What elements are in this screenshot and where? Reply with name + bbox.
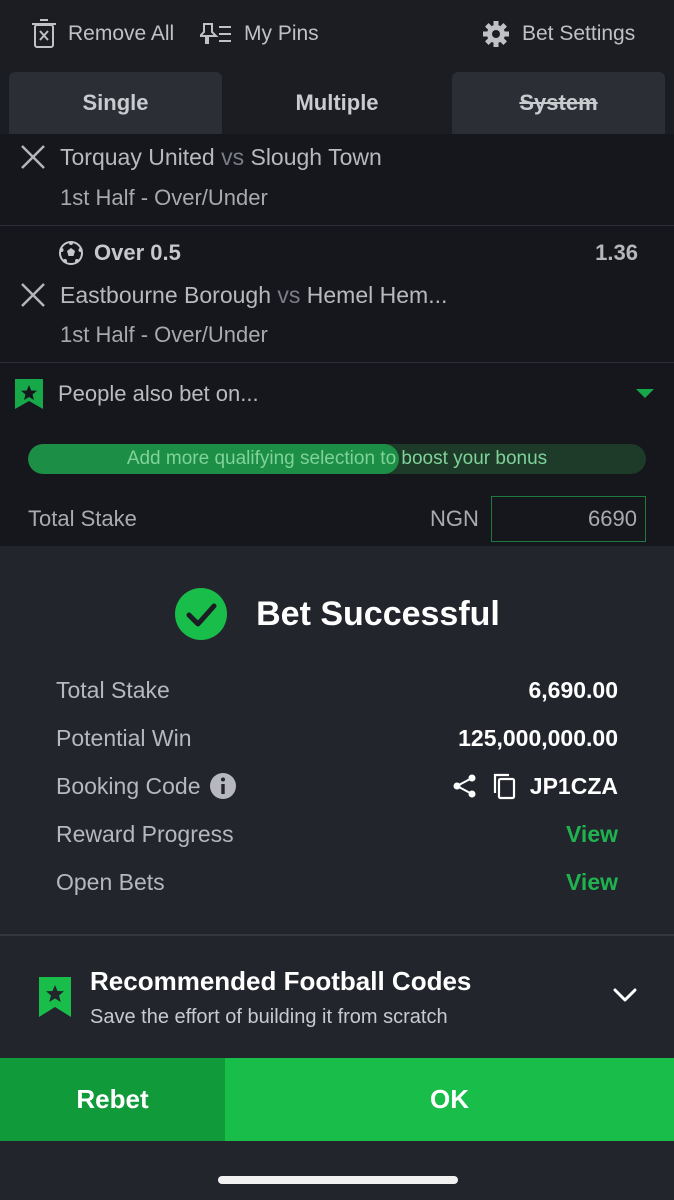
- pin-list-icon: [200, 23, 231, 44]
- recommended-codes-row[interactable]: Recommended Football Codes Save the effo…: [0, 936, 674, 1056]
- away-team: Hemel Hem...: [306, 282, 448, 308]
- bet-settings-button[interactable]: Bet Settings: [482, 14, 635, 54]
- close-icon[interactable]: [20, 144, 46, 170]
- people-also-bet-label: People also bet on...: [58, 381, 259, 406]
- odds-value: 1.36: [595, 240, 638, 265]
- total-stake-label: Total Stake: [28, 506, 137, 531]
- football-icon: [59, 241, 83, 265]
- summary-label: Booking Code: [56, 772, 201, 799]
- ok-button[interactable]: OK: [225, 1058, 674, 1141]
- home-team: Torquay United: [60, 144, 215, 170]
- copy-icon[interactable]: [492, 772, 516, 800]
- tab-system[interactable]: System: [452, 72, 665, 134]
- summary-row-booking-code: Booking Code JP1CZA: [56, 762, 618, 810]
- market-name: 1st Half - Over/Under: [60, 185, 268, 210]
- summary-label: Reward Progress: [56, 820, 234, 847]
- match-name: Torquay United vs Slough Town: [60, 144, 382, 171]
- stake-input[interactable]: 6690: [491, 496, 646, 542]
- close-icon[interactable]: [20, 282, 46, 308]
- tab-single[interactable]: Single: [9, 72, 222, 134]
- info-icon[interactable]: [209, 772, 237, 800]
- remove-all-label: Remove All: [68, 22, 175, 45]
- tab-multiple[interactable]: Multiple: [224, 72, 450, 134]
- pick-label: Over 0.5: [94, 240, 181, 265]
- remove-all-button[interactable]: Remove All: [32, 14, 174, 54]
- bookmark-star-icon: [15, 379, 43, 409]
- check-circle-icon: [175, 588, 228, 640]
- pick: Over 0.5: [58, 240, 181, 266]
- summary-label: Open Bets: [56, 868, 165, 895]
- summary-row-open-bets: Open Bets View: [56, 858, 618, 906]
- vs-label: vs: [221, 144, 245, 170]
- betslip-list: Torquay United vs Slough Town 1st Half -…: [0, 134, 674, 546]
- my-pins-label: My Pins: [244, 22, 319, 45]
- summary-label: Total Stake: [56, 676, 170, 703]
- bet-settings-label: Bet Settings: [522, 22, 636, 45]
- booking-code-label-wrap: Booking Code: [56, 772, 237, 800]
- chevron-down-icon[interactable]: [612, 986, 638, 1004]
- bonus-progress-bar: Add more qualifying selection to boost y…: [28, 444, 646, 474]
- summary-value: 6,690.00: [528, 676, 618, 703]
- bookmark-star-icon: [39, 977, 71, 1017]
- summary-row-potential-win: Potential Win 125,000,000.00: [56, 714, 618, 762]
- summary-value: 125,000,000.00: [458, 724, 618, 751]
- away-team: Slough Town: [250, 144, 382, 170]
- total-stake-row: Total Stake NGN 6690: [0, 494, 674, 546]
- view-reward-link[interactable]: View: [566, 821, 618, 848]
- people-also-bet-row[interactable]: People also bet on...: [0, 363, 674, 425]
- match-name: Eastbourne Borough vs Hemel Hem...: [60, 282, 447, 309]
- home-team: Eastbourne Borough: [60, 282, 271, 308]
- booking-code-value-wrap: JP1CZA: [452, 772, 618, 800]
- rebet-button[interactable]: Rebet: [0, 1058, 225, 1141]
- vs-label: vs: [277, 282, 301, 308]
- bet-summary: Total Stake 6,690.00 Potential Win 125,0…: [56, 666, 618, 906]
- summary-row-reward-progress: Reward Progress View: [56, 810, 618, 858]
- caret-down-icon: [636, 389, 654, 398]
- view-open-bets-link[interactable]: View: [566, 869, 618, 896]
- gear-icon: [483, 21, 509, 47]
- recommended-subtitle: Save the effort of building it from scra…: [90, 1006, 448, 1028]
- trash-icon: [32, 19, 56, 48]
- share-icon[interactable]: [452, 773, 478, 799]
- my-pins-button[interactable]: My Pins: [200, 14, 319, 54]
- success-title: Bet Successful: [256, 594, 500, 633]
- home-indicator: [218, 1176, 458, 1184]
- booking-code: JP1CZA: [529, 772, 618, 799]
- bonus-progress-label: Add more qualifying selection to boost y…: [126, 448, 548, 469]
- success-header: Bet Successful: [0, 586, 674, 642]
- currency-label: NGN: [430, 506, 479, 531]
- summary-row-total-stake: Total Stake 6,690.00: [56, 666, 618, 714]
- bet-success-panel: Bet Successful Total Stake 6,690.00 Pote…: [0, 546, 674, 1200]
- selection-item: Over 0.5 1.36 Eastbourne Borough vs Heme…: [0, 226, 674, 363]
- summary-label: Potential Win: [56, 724, 192, 751]
- selection-item: Torquay United vs Slough Town 1st Half -…: [0, 134, 674, 226]
- recommended-title: Recommended Football Codes: [90, 966, 472, 996]
- top-bar: Remove All My Pins Bet Settings: [0, 0, 674, 68]
- market-name: 1st Half - Over/Under: [60, 322, 268, 347]
- bet-type-tabs: Single Multiple System: [0, 68, 674, 134]
